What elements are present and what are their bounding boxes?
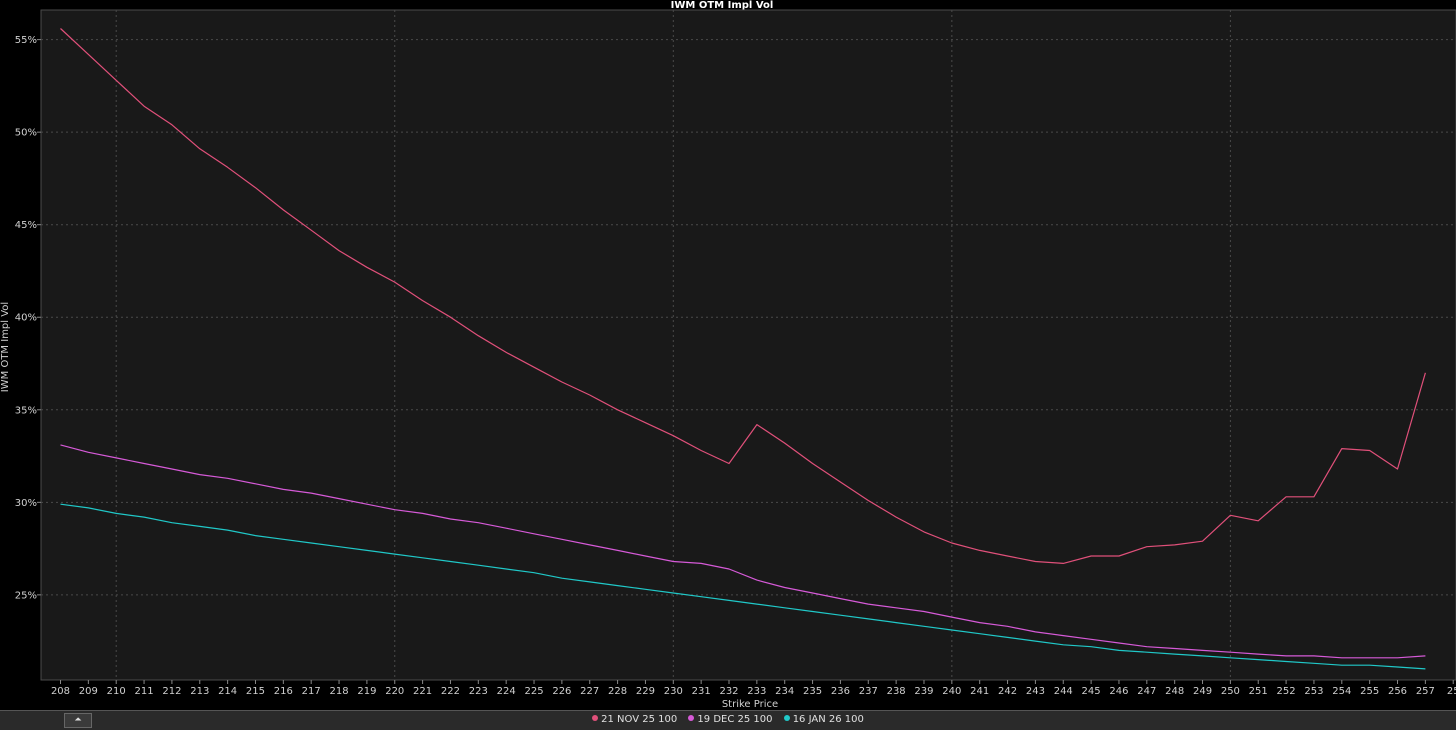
x-tick-label: 252 <box>1277 686 1296 697</box>
bottom-bar: ⏶ 21 NOV 25 100 19 DEC 25 100 16 JAN 26 … <box>0 710 1456 730</box>
x-tick-label: 238 <box>887 686 906 697</box>
x-tick-label: 246 <box>1109 686 1128 697</box>
x-tick-label: 239 <box>914 686 933 697</box>
x-tick-label: 224 <box>497 686 516 697</box>
legend-marker-icon <box>688 715 695 721</box>
x-tick-label: 212 <box>162 686 181 697</box>
x-tick-label: 222 <box>441 686 460 697</box>
x-tick-label: 245 <box>1082 686 1101 697</box>
x-tick-label: 225 <box>524 686 543 697</box>
y-tick-label: 30% <box>15 498 37 509</box>
legend-label: 16 JAN 26 100 <box>792 714 864 725</box>
x-tick-label: 220 <box>385 686 404 697</box>
x-tick-label: 231 <box>692 686 711 697</box>
chart-title: IWM OTM Impl Vol <box>671 0 774 11</box>
x-tick-label: 247 <box>1137 686 1156 697</box>
x-tick-label: 221 <box>413 686 432 697</box>
x-axis-title: Strike Price <box>722 699 778 710</box>
x-tick-label: 232 <box>719 686 738 697</box>
x-tick-label: 229 <box>636 686 655 697</box>
x-tick-label: 216 <box>274 686 293 697</box>
chart: IWM OTM Impl Vol 208 209 210 211 212 213 214 21… <box>0 0 1456 710</box>
x-tick-label: 218 <box>329 686 348 697</box>
x-tick-label: 241 <box>970 686 989 697</box>
x-tick-label: 211 <box>135 686 154 697</box>
x-tick-label: 251 <box>1249 686 1268 697</box>
x-tick-label: 242 <box>998 686 1017 697</box>
legend-label: 21 NOV 25 100 <box>601 714 678 725</box>
y-tick-label: 45% <box>15 220 37 231</box>
x-tick-label: 209 <box>79 686 98 697</box>
y-axis-title: IWM OTM Impl Vol <box>0 302 11 392</box>
legend-item[interactable]: 16 JAN 26 100 <box>783 714 864 725</box>
x-tick-label: 228 <box>608 686 627 697</box>
legend-marker-icon <box>592 715 599 721</box>
x-tick-label: 215 <box>246 686 265 697</box>
x-tick-label: 257 <box>1416 686 1435 697</box>
x-tick-label: 234 <box>775 686 794 697</box>
x-tick-label: 255 <box>1360 686 1379 697</box>
legend-label: 19 DEC 25 100 <box>697 714 773 725</box>
x-tick-label: 233 <box>747 686 766 697</box>
x-tick-label: 243 <box>1026 686 1045 697</box>
x-tick-label: 254 <box>1332 686 1351 697</box>
y-tick-label: 35% <box>15 405 37 416</box>
legend-marker-icon <box>783 715 790 721</box>
x-tick-label: 236 <box>831 686 850 697</box>
x-tick-label: 219 <box>357 686 376 697</box>
plot-area <box>40 9 1456 681</box>
x-tick-label: 256 <box>1388 686 1407 697</box>
x-tick-label: 250 <box>1221 686 1240 697</box>
y-tick-label: 40% <box>15 313 37 324</box>
x-tick-label: 213 <box>190 686 209 697</box>
x-tick-label: 217 <box>302 686 321 697</box>
x-tick-label: 226 <box>552 686 571 697</box>
legend-item[interactable]: 21 NOV 25 100 <box>592 714 677 725</box>
x-tick-label: 244 <box>1054 686 1073 697</box>
x-tick-label: 214 <box>218 686 237 697</box>
x-tick-label: 227 <box>580 686 599 697</box>
x-tick-label: 25 <box>1447 686 1456 697</box>
legend: 21 NOV 25 100 19 DEC 25 100 16 JAN 26 10… <box>0 714 1456 725</box>
x-tick-label: 237 <box>859 686 878 697</box>
x-tick-label: 249 <box>1193 686 1212 697</box>
y-tick-label: 55% <box>15 35 37 46</box>
x-tick-label: 230 <box>664 686 683 697</box>
y-tick-label: 25% <box>15 590 37 601</box>
legend-item[interactable]: 19 DEC 25 100 <box>688 714 773 725</box>
x-tick-label: 223 <box>469 686 488 697</box>
x-tick-label: 240 <box>942 686 961 697</box>
x-tick-label: 208 <box>51 686 70 697</box>
x-tick-label: 235 <box>803 686 822 697</box>
y-tick-label: 50% <box>15 128 37 139</box>
x-tick-label: 253 <box>1304 686 1323 697</box>
x-tick-label: 248 <box>1165 686 1184 697</box>
x-tick-label: 210 <box>107 686 126 697</box>
